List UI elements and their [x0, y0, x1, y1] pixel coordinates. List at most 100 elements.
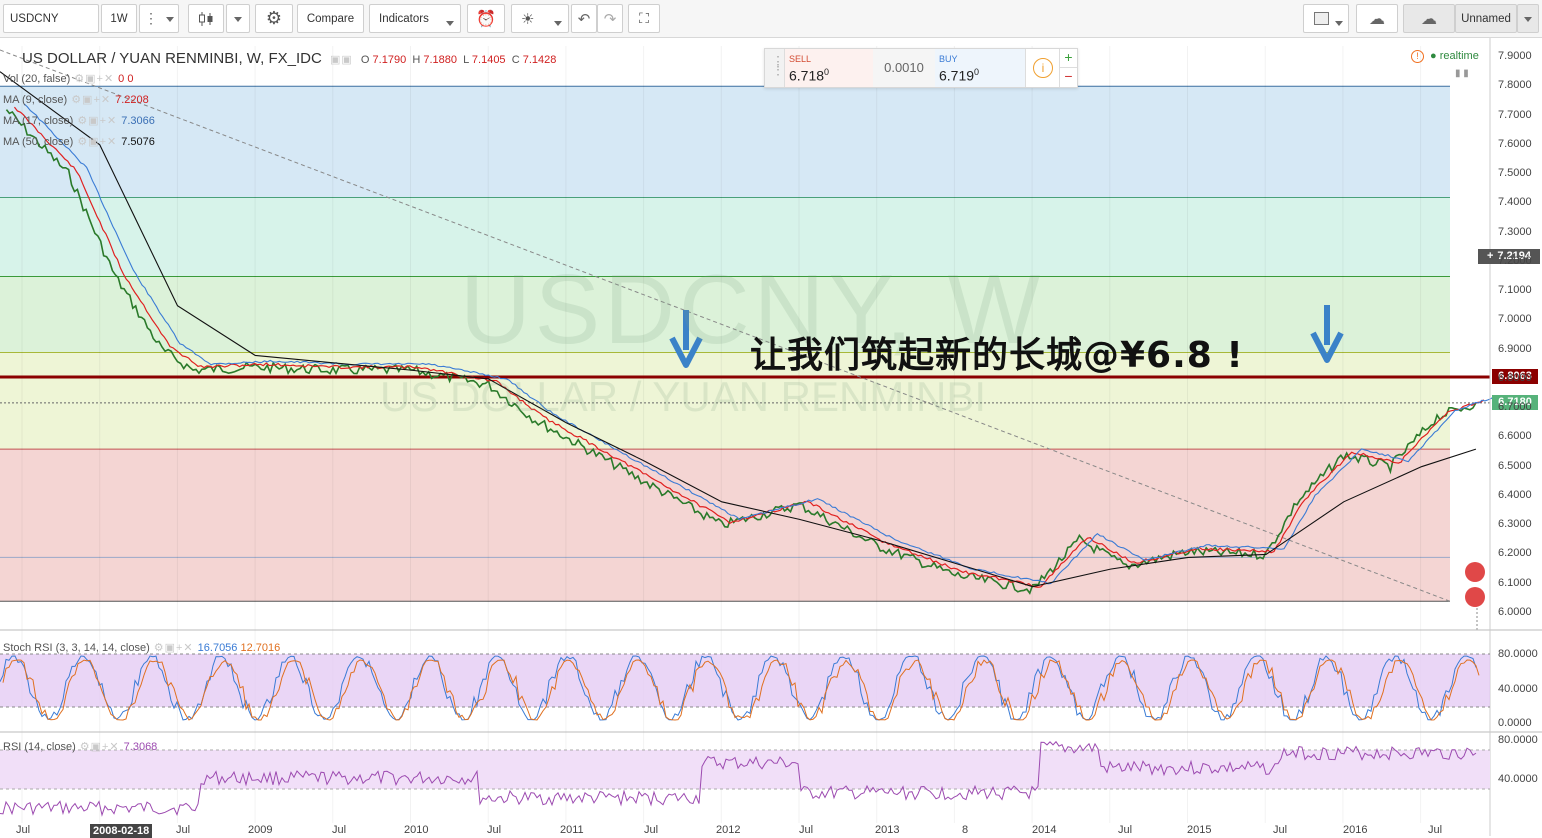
indicators-label: Indicators [379, 12, 429, 25]
minus-icon: − [1064, 68, 1073, 84]
interval-button[interactable]: 1W [101, 4, 137, 33]
fullscreen-button[interactable]: ⛶ [628, 4, 660, 33]
legend-ma9[interactable]: MA (9, close) ⚙▣+✕ 7.2208 [3, 93, 149, 106]
realtime-status: ! ● realtime [1411, 50, 1479, 63]
sell-button[interactable]: SELL 6.7180 [785, 49, 873, 87]
buy-price: 6.7190 [939, 67, 980, 84]
buy-label: BUY [939, 54, 958, 64]
chevron-down-icon [1335, 17, 1343, 29]
chart-title-row: US DOLLAR / YUAN RENMINBI, W, FX_IDC ▣▣ … [22, 50, 556, 67]
legend-settings-icons[interactable]: ▣▣ [330, 53, 353, 66]
price-tick-label: 7.6000 [1498, 137, 1532, 150]
legend-stoch-label: Stoch RSI (3, 3, 14, 14, close) [3, 642, 150, 654]
redo-icon: ↷ [603, 10, 617, 28]
ohlc-values: O 7.1790 H 7.1880 L 7.1405 C 7.1428 [360, 54, 557, 66]
time-tick-label: 2013 [875, 824, 900, 836]
buy-button[interactable]: BUY 6.7190 [935, 49, 1025, 87]
price-tick-label: 7.1000 [1498, 284, 1532, 297]
stoch-tick-label: 80.0000 [1498, 648, 1538, 660]
price-tick-label: 6.4000 [1498, 488, 1532, 501]
stoch-tick-label: 40.0000 [1498, 683, 1538, 695]
legend-stoch-rsi[interactable]: Stoch RSI (3, 3, 14, 14, close) ⚙▣+✕ 16.70… [3, 641, 280, 654]
legend-ma50-value: 7.5076 [121, 136, 155, 148]
chart-canvas[interactable] [0, 38, 1542, 836]
price-tick-label: 6.9000 [1498, 342, 1532, 355]
grip-icon: ⋮ ⋮ [771, 53, 785, 77]
legend-ma17[interactable]: MA (17, close) ⚙▣+✕ 7.3066 [3, 114, 155, 127]
price-tick-label: 7.3000 [1498, 225, 1532, 238]
interval-dropdown[interactable]: ⋮ [139, 4, 179, 33]
time-tick-label: 2012 [716, 824, 741, 836]
time-tick-label: Jul [16, 824, 31, 836]
legend-ma50[interactable]: MA (50, close) ⚙▣+✕ 7.5076 [3, 135, 155, 148]
chart-type-button[interactable] [188, 4, 224, 33]
legend-ma17-value: 7.3066 [121, 115, 155, 127]
chart-title: US DOLLAR / YUAN RENMINBI, W, FX_IDC [22, 50, 322, 67]
compare-button[interactable]: Compare [297, 4, 364, 33]
legend-volume-label: Vol (20, false) [3, 73, 71, 85]
zone-band [0, 86, 1450, 198]
legend-rsi[interactable]: RSI (14, close) ⚙▣+✕ 7.3068 [3, 740, 157, 753]
redo-button[interactable]: ↷ [597, 4, 623, 33]
time-tick-label: Jul [1273, 824, 1288, 836]
stoch-tick-label: 0.0000 [1498, 717, 1532, 729]
layout-name-dropdown[interactable] [1517, 4, 1539, 33]
cloud-download-icon: ☁ [1369, 10, 1385, 28]
undo-icon: ↶ [577, 10, 591, 28]
legend-stoch-d: 12.7016 [240, 642, 281, 654]
legend-volume[interactable]: Vol (20, false) ⚙▣+✕ 0 0 [3, 72, 133, 85]
cloud-upload-icon: ☁ [1421, 10, 1437, 28]
price-tick-label: 6.1000 [1498, 576, 1532, 589]
legend-volume-value: 0 0 [118, 73, 134, 85]
time-tick-label: Jul [487, 824, 502, 836]
price-tick-label: 6.5000 [1498, 459, 1532, 472]
alarm-clock-icon: ⏰ [476, 10, 496, 28]
watermark-description: US DOLLAR / YUAN RENMINBI [380, 373, 987, 420]
time-tick-label: 2009 [248, 824, 273, 836]
save-layout-button[interactable]: ☁ [1403, 4, 1455, 33]
indicators-button[interactable]: Indicators [369, 4, 461, 33]
undo-button[interactable]: ↶ [571, 4, 597, 33]
time-tick-label: 2014 [1032, 824, 1057, 836]
drag-handle[interactable]: ⋮ ⋮ [765, 49, 785, 87]
rsi-tick-label: 80.0000 [1498, 734, 1538, 746]
spread-value: 0.0010 [873, 49, 935, 87]
settings-button[interactable]: ⚙ [255, 4, 293, 33]
zone-band [0, 449, 1450, 602]
chart-type-dropdown[interactable] [226, 4, 250, 33]
time-tick-label: 2015 [1187, 824, 1212, 836]
symbol-input[interactable]: USDCNY [3, 4, 99, 33]
price-tick-label: 6.2000 [1498, 547, 1532, 560]
alert-button[interactable]: ⏰ [467, 4, 505, 33]
rsi-tick-label: 40.0000 [1498, 773, 1538, 785]
price-tick-label: 6.8000 [1498, 371, 1532, 384]
price-tick-label: 7.2000 [1498, 254, 1532, 267]
price-tick-label: 7.8000 [1498, 79, 1532, 92]
rsi-band [0, 750, 1490, 789]
info-button[interactable]: i [1025, 49, 1059, 87]
chevron-down-icon [166, 13, 174, 25]
warning-icon[interactable]: ! [1411, 50, 1424, 63]
layout-button[interactable] [1303, 4, 1349, 33]
time-tick-label: Jul [332, 824, 347, 836]
price-tick-label: 6.6000 [1498, 430, 1532, 443]
price-tick-label: 7.4000 [1498, 196, 1532, 209]
plus-button[interactable]: + [1059, 49, 1077, 68]
price-tick-label: 6.0000 [1498, 606, 1532, 618]
fullscreen-icon: ⛶ [639, 10, 649, 26]
minus-button[interactable]: − [1059, 68, 1077, 87]
info-icon: i [1033, 58, 1053, 78]
sell-price: 6.7180 [789, 67, 830, 84]
legend-rsi-label: RSI (14, close) [3, 741, 76, 753]
time-tick-label: Jul [1118, 824, 1133, 836]
sell-label: SELL [789, 54, 812, 64]
time-tick-label: Jul [799, 824, 814, 836]
time-tick-label: Jul [176, 824, 191, 836]
chart-area[interactable]: USDCNY, W US DOLLAR / YUAN RENMINBI US D… [0, 38, 1542, 838]
load-layout-button[interactable]: ☁ [1356, 4, 1398, 33]
price-tick-label: 7.7000 [1498, 108, 1532, 121]
scale-buttons[interactable]: ▮ ▮ [1455, 68, 1469, 79]
annotation-text[interactable]: 让我们筑起新的长城@¥6.8 ! [750, 326, 1244, 378]
layout-name[interactable]: Unnamed [1455, 4, 1517, 33]
ideas-button[interactable]: ☀ [511, 4, 569, 33]
